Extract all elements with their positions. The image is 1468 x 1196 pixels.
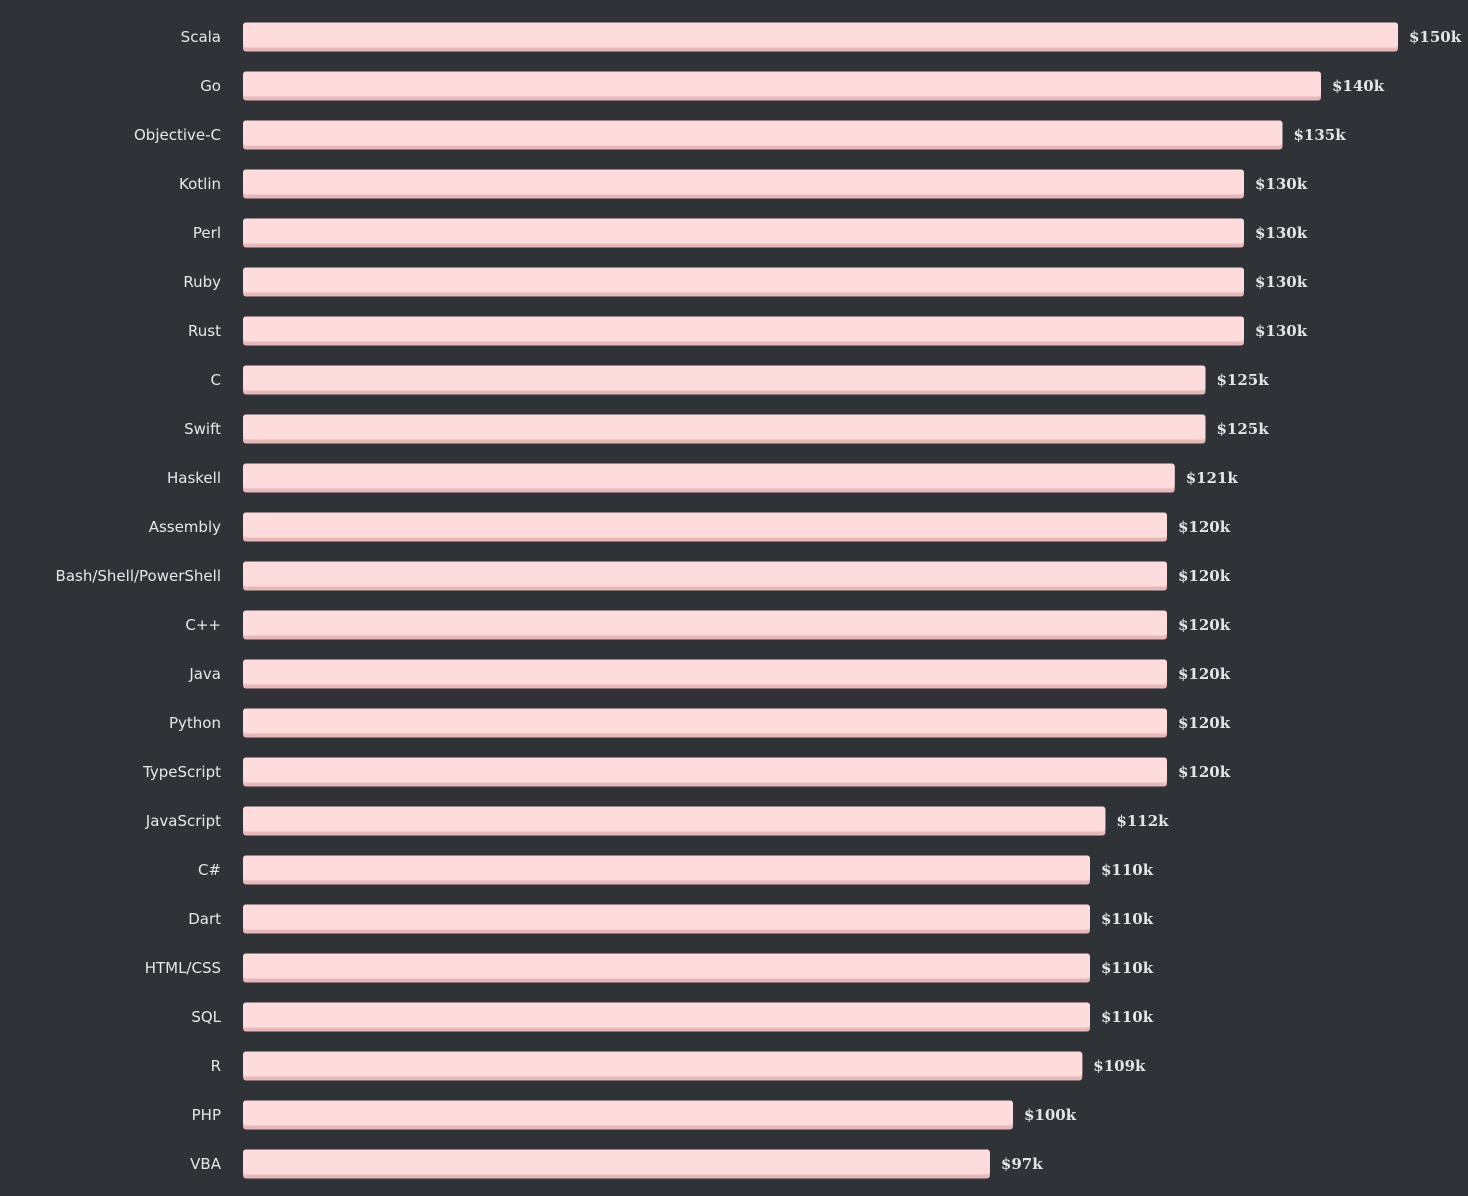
bar xyxy=(243,414,1206,440)
category-label: Python xyxy=(169,714,221,732)
category-label: Assembly xyxy=(149,518,221,536)
category-label: C xyxy=(211,371,221,389)
bar-row: Bash/Shell/PowerShell $120k xyxy=(56,561,1231,591)
bar-row: Swift $125k xyxy=(184,414,1270,444)
bar xyxy=(243,610,1167,636)
category-label: PHP xyxy=(192,1106,221,1124)
bar xyxy=(243,316,1244,342)
value-label: $120k xyxy=(1178,616,1231,634)
bar xyxy=(243,512,1167,538)
category-label: C# xyxy=(198,861,221,879)
bar xyxy=(243,1002,1090,1028)
bar-row: Perl $130k xyxy=(193,218,1308,248)
bar xyxy=(243,659,1167,685)
bar xyxy=(243,365,1206,391)
bar xyxy=(243,561,1167,587)
bar xyxy=(243,855,1090,881)
value-label: $121k xyxy=(1186,469,1239,487)
category-label: Scala xyxy=(181,28,221,46)
value-label: $130k xyxy=(1255,224,1308,242)
value-label: $135k xyxy=(1294,126,1347,144)
bar-row: Assembly $120k xyxy=(149,512,1231,542)
bar xyxy=(243,1149,990,1175)
value-label: $120k xyxy=(1178,567,1231,585)
bar-row: SQL $110k xyxy=(191,1002,1154,1032)
bar xyxy=(243,71,1321,97)
category-label: C++ xyxy=(185,616,221,634)
category-label: R xyxy=(211,1057,221,1075)
value-label: $130k xyxy=(1255,273,1308,291)
category-label: TypeScript xyxy=(142,763,221,781)
category-label: SQL xyxy=(191,1008,221,1026)
bar-row: Java $120k xyxy=(188,659,1231,689)
value-label: $150k xyxy=(1409,28,1462,46)
bar-row: Kotlin $130k xyxy=(179,169,1308,199)
category-label: Swift xyxy=(184,420,221,438)
bar-row: C++ $120k xyxy=(185,610,1231,640)
bar-row: TypeScript $120k xyxy=(142,757,1231,787)
bar xyxy=(243,218,1244,244)
value-label: $125k xyxy=(1217,420,1270,438)
category-label: Rust xyxy=(188,322,221,340)
value-label: $97k xyxy=(1001,1155,1043,1173)
bar-row: Go $140k xyxy=(200,71,1385,101)
salary-bar-chart: Scala $150k Go $140k Objective-C $135k Kotlin $… xyxy=(0,0,1468,1196)
bar xyxy=(243,953,1090,979)
bar xyxy=(243,120,1283,146)
category-label: Kotlin xyxy=(179,175,221,193)
value-label: $100k xyxy=(1024,1106,1077,1124)
bar xyxy=(243,904,1090,930)
value-label: $112k xyxy=(1116,812,1169,830)
category-label: Haskell xyxy=(167,469,221,487)
value-label: $130k xyxy=(1255,322,1308,340)
bar-row: Ruby $130k xyxy=(183,267,1308,297)
bar-row: Haskell $121k xyxy=(167,463,1239,493)
value-label: $120k xyxy=(1178,714,1231,732)
bar-row: Objective-C $135k xyxy=(134,120,1347,150)
category-label: Java xyxy=(188,665,221,683)
category-label: Ruby xyxy=(183,273,221,291)
bar xyxy=(243,267,1244,293)
chart-svg: Scala $150k Go $140k Objective-C $135k Kotlin $… xyxy=(56,22,1462,1179)
bar xyxy=(243,22,1398,48)
bar xyxy=(243,806,1106,832)
category-label: Go xyxy=(200,77,221,95)
value-label: $120k xyxy=(1178,665,1231,683)
bar-row: Python $120k xyxy=(169,708,1231,738)
bar xyxy=(243,169,1244,195)
value-label: $120k xyxy=(1178,763,1231,781)
category-label: Objective-C xyxy=(134,126,221,144)
value-label: $130k xyxy=(1255,175,1308,193)
value-label: $110k xyxy=(1101,910,1154,928)
bar xyxy=(243,1100,1013,1126)
value-label: $110k xyxy=(1101,959,1154,977)
bar-row: C $125k xyxy=(211,365,1270,395)
bar xyxy=(243,1051,1083,1077)
bar-row: C# $110k xyxy=(198,855,1154,885)
bar-row: Dart $110k xyxy=(188,904,1154,934)
category-label: Dart xyxy=(188,910,221,928)
bar-row: R $109k xyxy=(211,1051,1146,1081)
value-label: $110k xyxy=(1101,1008,1154,1026)
value-label: $110k xyxy=(1101,861,1154,879)
bar xyxy=(243,463,1175,489)
bar xyxy=(243,757,1167,783)
bar-row: Rust $130k xyxy=(188,316,1308,346)
bar-row: JavaScript $112k xyxy=(145,806,1169,836)
category-label: HTML/CSS xyxy=(145,959,221,977)
bar-row: Scala $150k xyxy=(181,22,1462,52)
value-label: $140k xyxy=(1332,77,1385,95)
bar-row: PHP $100k xyxy=(192,1100,1077,1130)
category-label: JavaScript xyxy=(145,812,221,830)
value-label: $125k xyxy=(1217,371,1270,389)
category-label: VBA xyxy=(190,1155,222,1173)
category-label: Perl xyxy=(193,224,221,242)
bar xyxy=(243,708,1167,734)
bar-row: VBA $97k xyxy=(190,1149,1043,1179)
value-label: $120k xyxy=(1178,518,1231,536)
bar-row: HTML/CSS $110k xyxy=(145,953,1154,983)
category-label: Bash/Shell/PowerShell xyxy=(56,567,221,585)
value-label: $109k xyxy=(1093,1057,1146,1075)
